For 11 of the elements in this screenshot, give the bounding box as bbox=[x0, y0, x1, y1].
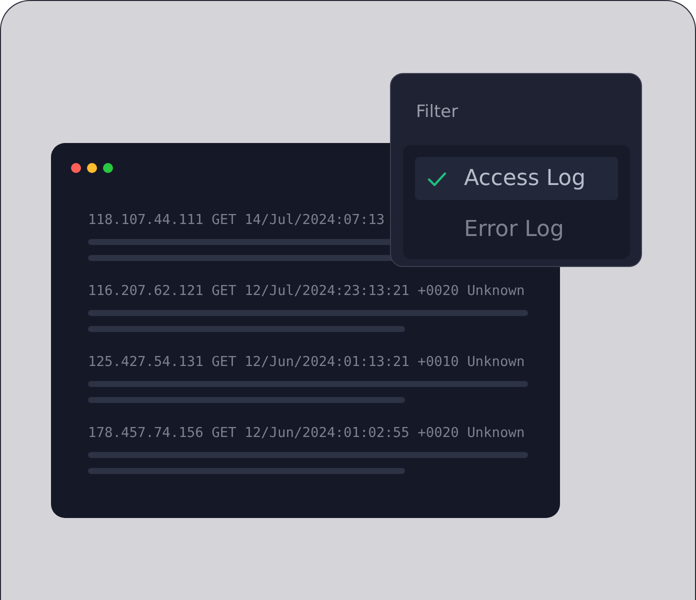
zoom-dot-icon[interactable] bbox=[103, 163, 113, 173]
log-line: 118.107.44.111 GET 14/Jul/2024:07:13 bbox=[88, 211, 385, 229]
log-line: 116.207.62.121 GET 12/Jul/2024:23:13:21 +0020 Unknown bbox=[88, 282, 525, 300]
menu-option[interactable]: Access Log bbox=[415, 157, 618, 200]
close-dot-icon[interactable] bbox=[71, 163, 81, 173]
log-line: 125.427.54.131 GET 12/Jun/2024:01:13:21 +0010 Unknown bbox=[88, 353, 525, 371]
minimize-dot-icon[interactable] bbox=[87, 163, 97, 173]
menu-title: Filter bbox=[415, 101, 460, 124]
menu-option[interactable]: Error Log bbox=[415, 208, 618, 251]
log-line: 178.457.74.156 GET 12/Jun/2024:01:02:55 +0020 Unknown bbox=[88, 424, 525, 442]
check-icon bbox=[427, 170, 447, 186]
